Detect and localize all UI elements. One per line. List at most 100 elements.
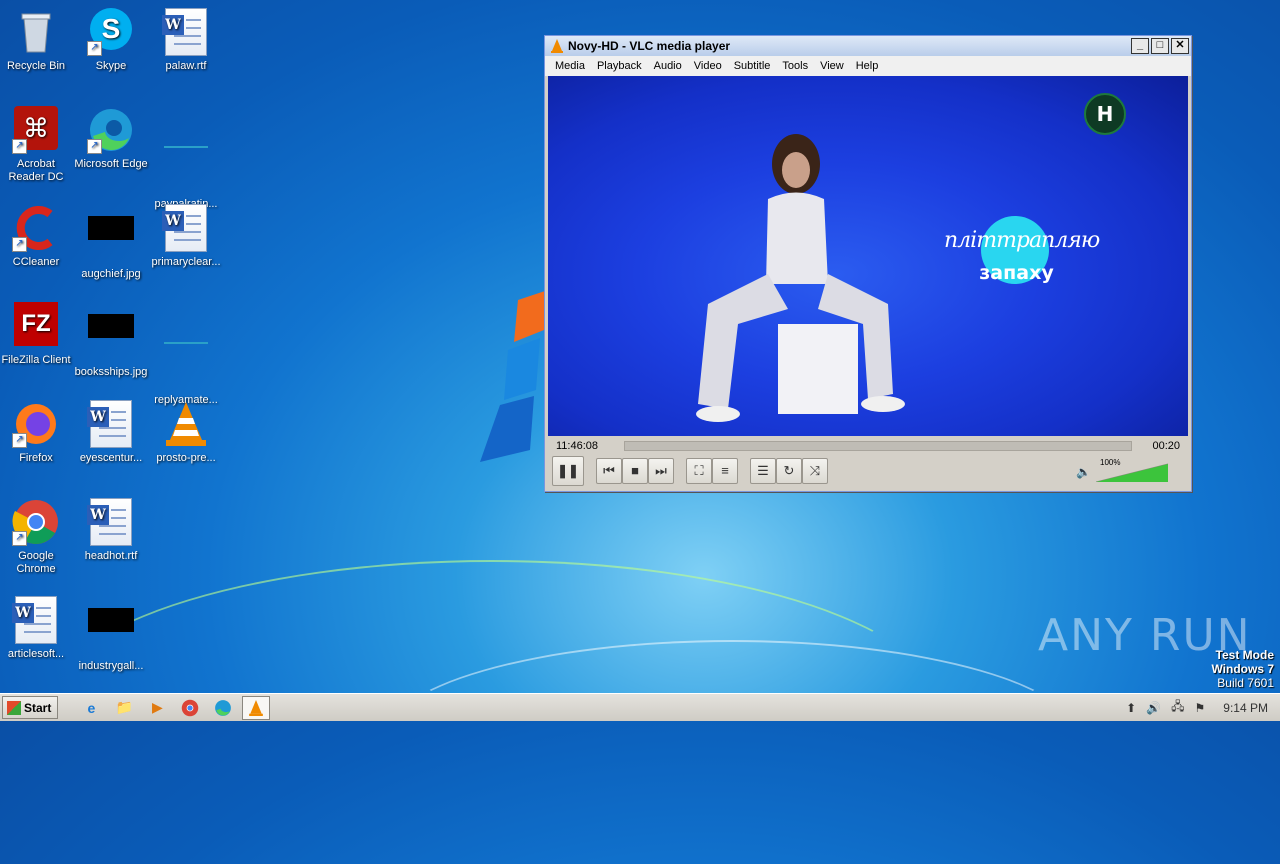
desktop-icon-eyescentur[interactable]: W eyescentur... xyxy=(73,400,149,465)
seek-bar-row: 11:46:08 00:20 xyxy=(548,438,1188,454)
clock[interactable]: 9:14 PM xyxy=(1223,701,1268,715)
desktop-icon-label: CCleaner xyxy=(12,256,60,268)
fullscreen-button[interactable]: ⛶ xyxy=(686,458,712,484)
word-document-icon: W xyxy=(162,8,210,56)
menu-media[interactable]: Media xyxy=(549,60,591,72)
desktop-icon-headhot[interactable]: W headhot.rtf xyxy=(73,498,149,563)
video-area[interactable]: H пліттрапляю запаху xyxy=(548,76,1188,436)
vlc-window[interactable]: Novy-HD - VLC media player _ □ ✕ Media P… xyxy=(544,35,1192,492)
desktop-icon-palaw[interactable]: W palaw.rtf xyxy=(148,8,224,73)
desktop-icon-label: Skype xyxy=(95,60,127,72)
menu-subtitle[interactable]: Subtitle xyxy=(728,60,777,72)
start-label: Start xyxy=(24,700,52,715)
elapsed-time: 11:46:08 xyxy=(556,440,599,452)
taskbar: Start e 📁 ▶ ⬆ 🔊 🖧 ⚑ 9:14 PM xyxy=(0,693,1280,721)
volume-control[interactable]: 🔈 100% xyxy=(1076,458,1168,482)
menu-help[interactable]: Help xyxy=(850,60,885,72)
desktop-icon-label: articlesoft... xyxy=(7,648,65,660)
vlc-taskbar-icon[interactable] xyxy=(242,695,271,720)
ccleaner-icon: ↗ xyxy=(12,204,60,252)
ie-taskbar-icon[interactable]: e xyxy=(80,697,102,719)
filezilla-icon: FZ xyxy=(12,302,60,350)
chrome-taskbar-icon[interactable] xyxy=(179,697,201,719)
firefox-icon: ↗ xyxy=(12,400,60,448)
menu-audio[interactable]: Audio xyxy=(648,60,688,72)
word-document-icon: W xyxy=(162,204,210,252)
word-document-icon: W xyxy=(12,596,60,644)
playlist-button[interactable]: ☰ xyxy=(750,458,776,484)
desktop-icon-paypalratin[interactable]: paypalratin... xyxy=(148,106,224,211)
explorer-taskbar-icon[interactable]: 📁 xyxy=(113,697,135,719)
desktop-icon-chrome[interactable]: ↗ Google Chrome xyxy=(0,498,74,576)
desktop-icon-booksships[interactable]: booksships.jpg xyxy=(73,302,149,379)
file-icon xyxy=(162,342,210,390)
extended-settings-button[interactable]: ≡ xyxy=(712,458,738,484)
desktop-icon-acrobat[interactable]: ⌘ ↗ Acrobat Reader DC xyxy=(0,106,74,184)
seek-slider[interactable] xyxy=(624,441,1132,451)
desktop-icon-label: booksships.jpg xyxy=(74,366,148,378)
skype-icon: S ↗ xyxy=(87,8,135,56)
desktop-icon-firefox[interactable]: ↗ Firefox xyxy=(0,400,74,465)
video-overlay-line2: запаху xyxy=(979,262,1054,284)
action-center-flag-icon[interactable]: ⚑ xyxy=(1195,701,1206,715)
speaker-icon: 🔈 xyxy=(1076,465,1091,479)
volume-slider[interactable] xyxy=(1096,462,1168,482)
windows-flag-icon xyxy=(7,700,21,715)
image-thumbnail-icon xyxy=(87,216,135,264)
vlc-title-bar[interactable]: Novy-HD - VLC media player _ □ ✕ xyxy=(545,36,1191,56)
close-button[interactable]: ✕ xyxy=(1171,38,1189,54)
build-line: Build 7601 xyxy=(1217,676,1274,690)
menu-tools[interactable]: Tools xyxy=(776,60,814,72)
recycle-bin-icon xyxy=(12,8,60,56)
edge-taskbar-icon[interactable] xyxy=(212,697,234,719)
desktop-icon-label: palaw.rtf xyxy=(165,60,207,72)
menu-video[interactable]: Video xyxy=(688,60,728,72)
menu-playback[interactable]: Playback xyxy=(591,60,648,72)
desktop-icon-industrygall[interactable]: industrygall... xyxy=(73,596,149,673)
vlc-menu-bar: Media Playback Audio Video Subtitle Tool… xyxy=(545,56,1191,76)
desktop-icon-augchief[interactable]: augchief.jpg xyxy=(73,204,149,281)
acrobat-icon: ⌘ ↗ xyxy=(12,106,60,154)
wallpaper-swoosh xyxy=(380,640,1084,844)
channel-logo: H xyxy=(1084,93,1126,135)
desktop-icon-articlesoft[interactable]: W articlesoft... xyxy=(0,596,74,661)
word-document-icon: W xyxy=(87,400,135,448)
vlc-cone-icon xyxy=(162,400,210,448)
desktop-icon-filezilla[interactable]: FZ FileZilla Client xyxy=(0,302,74,367)
start-button[interactable]: Start xyxy=(2,696,59,719)
desktop-icon-label: prosto-pre... xyxy=(156,452,216,464)
remaining-time: 00:20 xyxy=(1152,440,1180,452)
shuffle-button[interactable]: ⤨ xyxy=(802,458,828,484)
desktop-icon-skype[interactable]: S ↗ Skype xyxy=(73,8,149,73)
desktop-icon-primaryclear[interactable]: W primaryclear... xyxy=(148,204,224,269)
maximize-button[interactable]: □ xyxy=(1151,38,1169,54)
shortcut-arrow-icon: ↗ xyxy=(12,139,27,154)
media-player-taskbar-icon[interactable]: ▶ xyxy=(146,697,168,719)
image-thumbnail-icon xyxy=(87,608,135,656)
desktop-icon-prosto-pre[interactable]: prosto-pre... xyxy=(148,400,224,465)
pause-button[interactable]: ❚❚ xyxy=(552,456,584,486)
network-tray-icon[interactable]: 🖧 xyxy=(1171,697,1184,718)
word-document-icon: W xyxy=(87,498,135,546)
desktop-icon-label: industrygall... xyxy=(78,660,144,672)
test-mode-notice: Test Mode Windows 7 Build 7601 xyxy=(1211,648,1274,690)
desktop-icon-ccleaner[interactable]: ↗ CCleaner xyxy=(0,204,74,269)
desktop-icon-label: headhot.rtf xyxy=(84,550,138,562)
loop-button[interactable]: ↻ xyxy=(776,458,802,484)
file-icon xyxy=(162,146,210,194)
show-hidden-icons-icon[interactable]: ⬆ xyxy=(1126,701,1136,715)
desktop-icon-label: Microsoft Edge xyxy=(74,158,148,170)
desktop-icon-label: Acrobat Reader DC xyxy=(8,158,64,183)
chrome-icon: ↗ xyxy=(12,498,60,546)
desktop-icon-replyamate[interactable]: replyamate... xyxy=(148,302,224,407)
minimize-button[interactable]: _ xyxy=(1131,38,1149,54)
menu-view[interactable]: View xyxy=(814,60,850,72)
desktop-icon-edge[interactable]: ↗ Microsoft Edge xyxy=(73,106,149,171)
volume-fill xyxy=(1096,464,1168,482)
windows-version-line: Windows 7 xyxy=(1211,662,1274,676)
stop-button[interactable]: ■ xyxy=(622,458,648,484)
volume-tray-icon[interactable]: 🔊 xyxy=(1146,701,1161,715)
previous-button[interactable]: ⏮ xyxy=(596,458,622,484)
desktop-icon-recycle-bin[interactable]: Recycle Bin xyxy=(0,8,74,73)
next-button[interactable]: ⏭ xyxy=(648,458,674,484)
